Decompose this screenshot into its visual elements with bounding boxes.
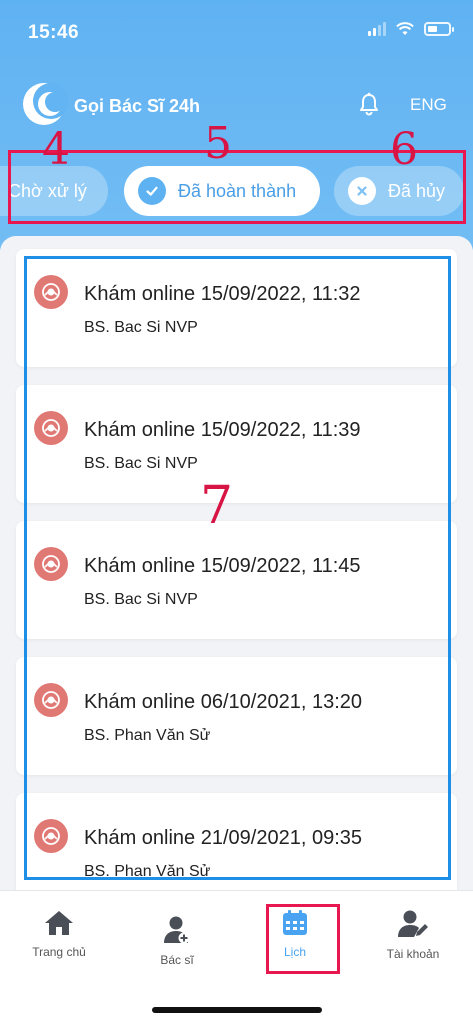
nav-doctors[interactable]: Bác sĩ <box>122 915 232 967</box>
doctor-icon <box>164 916 190 944</box>
annotation-label-5: 5 <box>204 118 232 169</box>
annotation-list-box <box>24 256 451 880</box>
home-icon <box>45 911 73 935</box>
account-icon <box>398 910 428 937</box>
wifi-icon <box>396 22 414 35</box>
status-icons <box>368 22 454 36</box>
nav-account-label: Tài khoản <box>386 947 440 961</box>
annotation-label-6: 6 <box>390 124 418 175</box>
signal-icon <box>368 22 386 36</box>
app-logo-icon <box>23 83 68 125</box>
nav-home-label: Trang chủ <box>32 945 86 959</box>
language-toggle[interactable]: ENG <box>410 95 447 115</box>
annotation-label-4: 4 <box>42 124 70 175</box>
home-indicator <box>152 1007 322 1013</box>
nav-home[interactable]: Trang chủ <box>4 909 114 959</box>
status-bar: 15:46 <box>0 0 473 70</box>
bell-icon[interactable] <box>358 92 380 116</box>
battery-icon <box>424 22 454 36</box>
bottom-nav: Trang chủ Bác sĩ Lịch Tài khoản <box>0 890 473 1024</box>
status-time: 15:46 <box>28 22 80 43</box>
app-title: Gọi Bác Sĩ 24h <box>74 96 201 116</box>
nav-account[interactable]: Tài khoản <box>358 909 468 961</box>
annotation-calendar-box <box>266 904 340 974</box>
nav-doctors-label: Bác sĩ <box>160 953 194 967</box>
annotation-label-7: 7 <box>200 476 234 536</box>
